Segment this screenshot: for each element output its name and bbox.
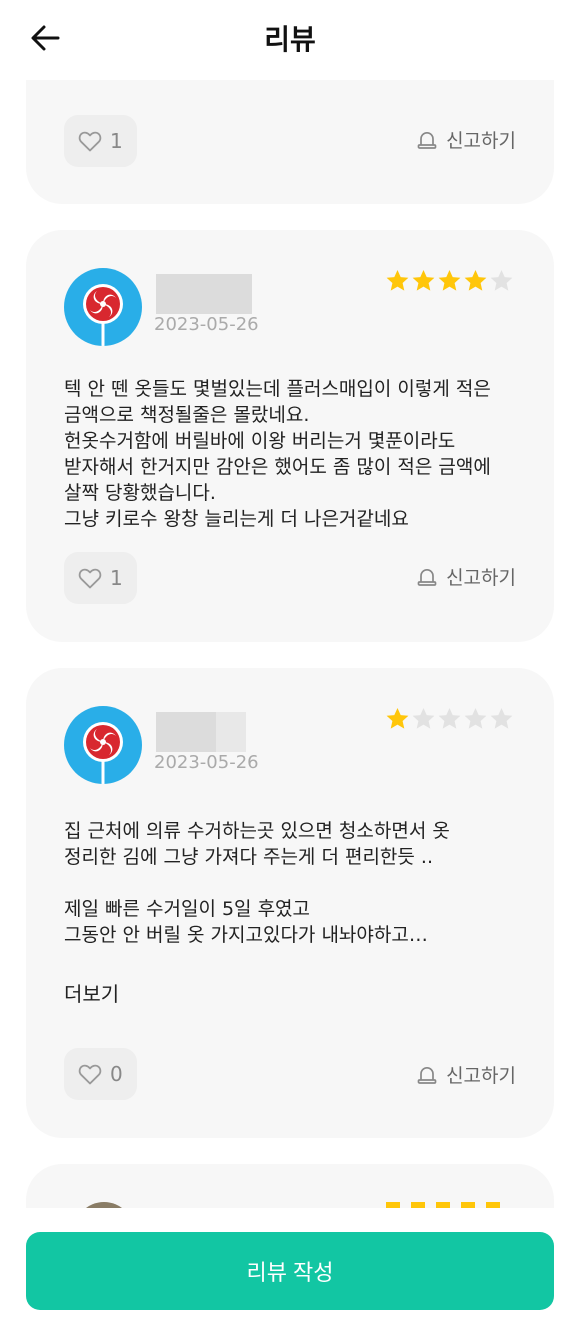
star-filled-icon [386, 708, 409, 729]
like-button[interactable]: 0 [64, 1048, 137, 1100]
review-list[interactable]: 1 신고하기 2023-05-26 텍 안 뗀 옷들도 몇벌있는데 플러스매입이… [0, 0, 580, 1208]
heart-outline-icon [78, 1064, 102, 1085]
avatar [64, 706, 142, 784]
read-more-link[interactable]: 더보기 [64, 978, 119, 1007]
review-text: 집 근처에 의류 수거하는곳 있으면 청소하면서 옷 정리한 김에 그냥 가져다… [64, 820, 450, 946]
avatar [74, 1202, 134, 1208]
heart-outline-icon [78, 131, 102, 152]
star-empty-icon [490, 708, 513, 729]
app-header: 리뷰 [0, 0, 580, 80]
review-card [26, 1164, 554, 1208]
star-filled-icon [386, 270, 409, 291]
avatar [64, 268, 142, 346]
star-filled-icon [412, 270, 435, 291]
star-empty-icon [490, 270, 513, 291]
report-button[interactable]: 신고하기 [416, 556, 516, 596]
write-review-button[interactable]: 리뷰 작성 [26, 1232, 554, 1310]
page-title: 리뷰 [264, 23, 316, 56]
write-review-label: 리뷰 작성 [246, 1260, 334, 1285]
star-empty-icon [412, 708, 435, 729]
review-card: 2023-05-26 텍 안 뗀 옷들도 몇벌있는데 플러스매입이 이렇게 적은… [26, 230, 554, 642]
review-text: 텍 안 뗀 옷들도 몇벌있는데 플러스매입이 이렇게 적은 금액으로 책정될줄은… [64, 378, 491, 530]
report-label: 신고하기 [446, 1064, 516, 1087]
star-filled-icon [464, 270, 487, 291]
star-empty-icon [438, 708, 461, 729]
review-date: 2023-05-26 [154, 752, 259, 773]
like-count: 1 [110, 129, 123, 153]
siren-icon [417, 568, 437, 586]
heart-outline-icon [78, 568, 102, 589]
reviewer-name-redacted [156, 274, 252, 314]
reviewer-name-redacted [156, 712, 246, 752]
like-button[interactable]: 1 [64, 115, 137, 167]
lollipop-icon [83, 284, 123, 346]
like-button[interactable]: 1 [64, 552, 137, 604]
siren-icon [417, 131, 437, 149]
review-card: 2023-05-26 집 근처에 의류 수거하는곳 있으면 청소하면서 옷 정리… [26, 668, 554, 1138]
lollipop-icon [83, 722, 123, 784]
star-rating [384, 268, 514, 293]
review-date: 2023-05-26 [154, 314, 259, 335]
like-count: 1 [110, 566, 123, 590]
star-rating [386, 1202, 510, 1208]
siren-icon [417, 1066, 437, 1084]
star-filled-icon [438, 270, 461, 291]
report-button[interactable]: 신고하기 [416, 1054, 516, 1094]
star-empty-icon [464, 708, 487, 729]
report-label: 신고하기 [446, 129, 516, 152]
star-rating [384, 706, 514, 731]
report-button[interactable]: 신고하기 [416, 119, 516, 159]
report-label: 신고하기 [446, 566, 516, 589]
like-count: 0 [110, 1062, 123, 1086]
